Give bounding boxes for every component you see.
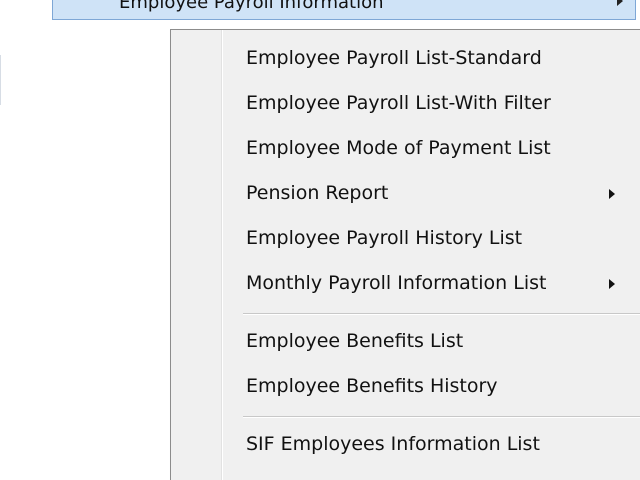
menu-item-employee-payroll-information[interactable]: Employee Payroll Information (52, 0, 636, 20)
screen: Employee Payroll Information Employee Pa… (0, 0, 640, 480)
menu-item-pension-report[interactable]: Pension Report (246, 182, 388, 204)
menu-item-employee-benefits-history[interactable]: Employee Benefits History (246, 375, 498, 397)
menu-item-label: Employee Payroll Information (119, 0, 384, 13)
menu-item-employee-payroll-list-with-filter[interactable]: Employee Payroll List-With Filter (246, 92, 551, 114)
menu-item-employee-payroll-list-standard[interactable]: Employee Payroll List-Standard (246, 47, 542, 69)
submenu-panel: Employee Payroll List-Standard Employee … (170, 29, 640, 480)
menu-separator (243, 313, 640, 315)
pension-report-submenu-arrow-icon (609, 189, 615, 199)
menu-item-employee-payroll-history-list[interactable]: Employee Payroll History List (246, 227, 522, 249)
background-window-edge (0, 55, 5, 105)
menu-separator (243, 416, 640, 418)
menu-icon-gutter (171, 30, 222, 480)
gutter-divider (222, 30, 223, 480)
menu-item-employee-benefits-list[interactable]: Employee Benefits List (246, 330, 463, 352)
submenu-arrow-icon (617, 0, 623, 6)
menu-item-employee-mode-of-payment-list[interactable]: Employee Mode of Payment List (246, 137, 551, 159)
menu-item-monthly-payroll-information-list[interactable]: Monthly Payroll Information List (246, 272, 546, 294)
monthly-payroll-submenu-arrow-icon (609, 279, 615, 289)
menu-item-sif-employees-information-list[interactable]: SIF Employees Information List (246, 433, 540, 455)
